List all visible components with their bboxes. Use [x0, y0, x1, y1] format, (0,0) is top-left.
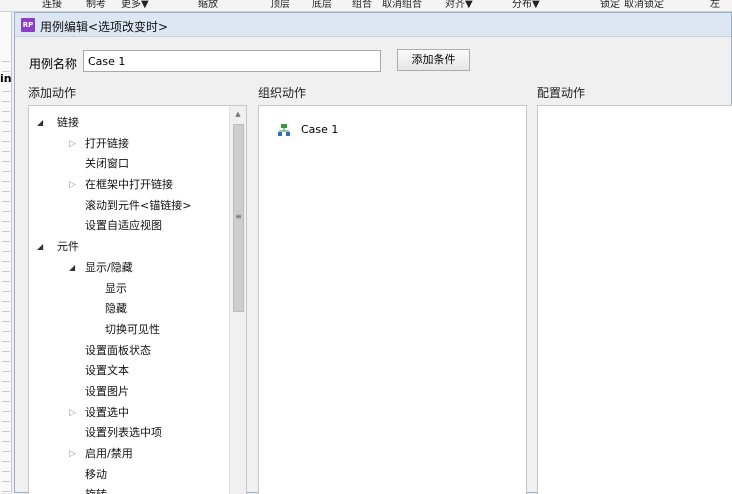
action-tree-item-label: 设置面板状态: [85, 343, 151, 357]
app-toolbar-item[interactable]: 缩放: [198, 0, 218, 10]
app-toolbar-item[interactable]: 更多▼: [121, 0, 149, 10]
action-tree-item[interactable]: 设置面板状态: [29, 341, 229, 362]
action-tree-item-label: 设置文本: [85, 364, 129, 378]
scroll-up-arrow-icon[interactable]: ▲: [230, 106, 246, 122]
app-toolbar-item[interactable]: 顶层: [270, 0, 290, 10]
action-tree-item-label: 元件: [57, 240, 79, 254]
case-name-input[interactable]: [83, 50, 381, 72]
action-tree-item[interactable]: 设置自适应视图: [29, 216, 229, 237]
expanded-arrow-icon[interactable]: ◢: [37, 237, 43, 258]
ruler-ticks: [2, 52, 10, 492]
expanded-arrow-icon[interactable]: ◢: [37, 113, 43, 134]
action-tree-item[interactable]: 设置图片: [29, 382, 229, 403]
app-toolbar-item[interactable]: 组合: [352, 0, 372, 10]
action-tree-item[interactable]: ▷ 打开链接: [29, 134, 229, 155]
grip-icon: ≡: [235, 212, 242, 221]
case-name-label: 用例名称: [29, 57, 78, 71]
app-toolbar-item[interactable]: 制考: [86, 0, 106, 10]
add-condition-button[interactable]: 添加条件: [397, 49, 470, 71]
action-tree-item-label: 移动: [85, 467, 107, 481]
app-toolbar-item[interactable]: 对齐▼: [445, 0, 473, 10]
scroll-thumb[interactable]: ≡: [233, 124, 244, 312]
action-tree-item[interactable]: ▷ 启用/禁用: [29, 444, 229, 465]
collapsed-arrow-icon[interactable]: ▷: [69, 175, 76, 196]
action-tree-item[interactable]: ◢ 元件: [29, 237, 229, 258]
collapsed-arrow-icon[interactable]: ▷: [69, 403, 76, 424]
collapsed-arrow-icon[interactable]: ▷: [69, 134, 76, 155]
action-tree-item[interactable]: ▷ 在框架中打开链接: [29, 175, 229, 196]
expanded-arrow-icon[interactable]: ◢: [69, 258, 75, 279]
action-tree-item-label: 设置图片: [85, 384, 129, 398]
action-tree-item[interactable]: 滚动到元件<锚链接>: [29, 196, 229, 217]
action-tree-item-label: 设置自适应视图: [85, 219, 162, 233]
rp-logo-icon: RP: [21, 18, 35, 32]
action-tree-item[interactable]: 切换可见性: [29, 320, 229, 341]
action-tree-item-label: 显示: [105, 281, 127, 295]
app-left-label: in: [0, 72, 12, 85]
action-tree-item-label: 隐藏: [105, 302, 127, 316]
action-tree-item[interactable]: 移动: [29, 465, 229, 486]
app-toolbar: 连接 制考 更多▼ 缩放 顶层 底层 组合 取消组合 对齐▼ 分布▼ 锁定 取消锁定 左: [0, 0, 732, 12]
app-toolbar-item[interactable]: 连接: [42, 0, 62, 10]
app-left-ruler: in: [0, 12, 12, 493]
action-tree-item-label: 关闭窗口: [85, 157, 129, 171]
collapsed-arrow-icon[interactable]: ▷: [69, 444, 76, 465]
config-action-header: 配置动作: [537, 86, 586, 100]
case-tree-icon: [278, 124, 290, 136]
action-tree-item-label: 滚动到元件<锚链接>: [85, 198, 192, 212]
case-editor-dialog: RP 用例编辑<选项改变时> 用例名称 添加条件 添加动作 组织动作 配置动作 …: [14, 12, 732, 494]
dialog-title: 用例编辑<选项改变时>: [40, 20, 169, 34]
action-tree-item-label: 在框架中打开链接: [85, 178, 173, 192]
organize-action-panel: Case 1: [258, 105, 527, 494]
app-toolbar-item[interactable]: 分布▼: [512, 0, 540, 10]
action-tree-item-label: 显示/隐藏: [85, 260, 133, 274]
action-tree-item[interactable]: ◢ 链接: [29, 113, 229, 134]
action-tree-item[interactable]: ▷ 设置选中: [29, 403, 229, 424]
dialog-titlebar[interactable]: RP 用例编辑<选项改变时>: [15, 13, 731, 37]
app-toolbar-item[interactable]: 左: [710, 0, 720, 10]
config-action-panel: [537, 105, 732, 494]
action-tree-item[interactable]: ◢ 显示/隐藏: [29, 258, 229, 279]
action-tree-item-label: 链接: [57, 116, 79, 129]
action-tree: ◢ 链接 ▷ 打开链接关闭窗口 ▷ 在框架中打开链接滚动到元件<锚链接> 设置自适应视图 ◢ 元…: [29, 113, 229, 494]
organize-action-header: 组织动作: [258, 86, 307, 100]
case-label: Case 1: [301, 123, 339, 136]
action-tree-item[interactable]: 设置文本: [29, 361, 229, 382]
action-tree-item-label: 打开链接: [85, 136, 129, 150]
action-tree-item[interactable]: 关闭窗口: [29, 154, 229, 175]
action-tree-item[interactable]: 隐藏: [29, 299, 229, 320]
app-toolbar-item[interactable]: 取消组合: [382, 0, 422, 10]
action-tree-item[interactable]: 设置列表选中项: [29, 423, 229, 444]
action-tree-item-label: 启用/禁用: [85, 447, 133, 460]
add-action-panel: ◢ 链接 ▷ 打开链接关闭窗口 ▷ 在框架中打开链接滚动到元件<锚链接> 设置自适应视图 ◢ 元…: [28, 105, 247, 494]
action-tree-scrollbar[interactable]: ▲ ≡: [229, 106, 246, 494]
action-tree-item-label: 切换可见性: [105, 322, 160, 336]
app-toolbar-item[interactable]: 锁定: [600, 0, 620, 10]
app-toolbar-item[interactable]: 底层: [312, 0, 332, 10]
add-action-header: 添加动作: [28, 86, 77, 100]
action-tree-item-label: 设置选中: [85, 405, 129, 419]
action-tree-item[interactable]: 显示: [29, 279, 229, 300]
action-tree-item-label: 设置列表选中项: [85, 426, 162, 440]
app-toolbar-item[interactable]: 取消锁定: [624, 0, 664, 10]
